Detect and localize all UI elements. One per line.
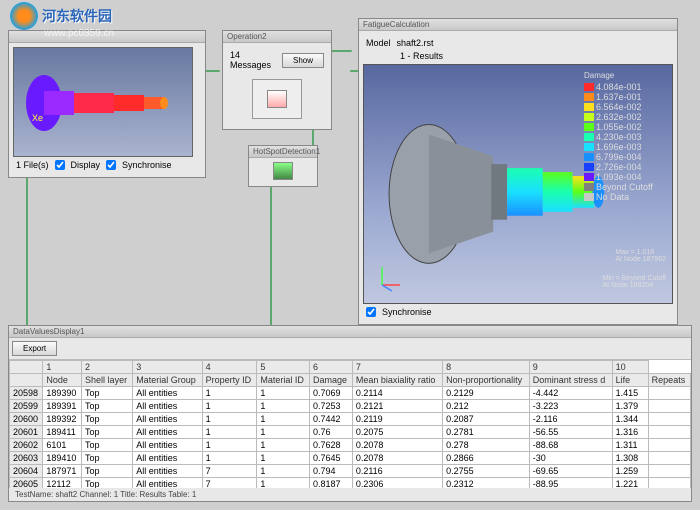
model-value: shaft2.rst [397, 38, 434, 48]
watermark-text: 河东软件园 [42, 6, 112, 26]
min-info: Min = Beyond Cutoff At Node 188204 [603, 275, 667, 289]
results-label: 1 - Results [400, 51, 443, 61]
legend-row: 4.084e-001 [584, 82, 666, 92]
data-table-panel: DataValuesDisplay1 Export 12345678910 No… [8, 325, 692, 502]
display-label: Display [71, 160, 101, 170]
legend-row: 1.055e-002 [584, 122, 666, 132]
table-row[interactable]: 20603189410TopAll entities110.76450.2078… [10, 452, 691, 465]
model-label: Model [366, 38, 391, 48]
hotspot-node[interactable]: HotSpotDetection1 [248, 145, 318, 187]
sync-checkbox[interactable] [106, 160, 116, 170]
logo-icon [10, 2, 38, 30]
axis-triad-icon [374, 263, 404, 293]
legend-row: 1.093e-004 [584, 172, 666, 182]
legend-row: 1.696e-003 [584, 142, 666, 152]
legend-row: 1.637e-001 [584, 92, 666, 102]
wire [26, 170, 28, 330]
file-count: 1 File(s) [16, 160, 49, 170]
legend-title: Damage [584, 71, 666, 80]
run-icon [267, 90, 287, 108]
shaft-preview-icon: Xe [24, 73, 174, 133]
legend-row: 6.564e-002 [584, 102, 666, 112]
legend-row: 6.799e-004 [584, 152, 666, 162]
show-button[interactable]: Show [282, 53, 324, 68]
table-row[interactable]: 20598189390TopAll entities110.70690.2114… [10, 387, 691, 400]
table-row[interactable]: 206026101TopAll entities110.76280.20780.… [10, 439, 691, 452]
display-checkbox[interactable] [55, 160, 65, 170]
viewer-sync-checkbox[interactable] [366, 307, 376, 317]
sync-label: Synchronise [122, 160, 172, 170]
hotspot-icon [273, 162, 293, 180]
workspace-canvas[interactable]: 河东软件园 www.pc0359.cn Xe 1 File(s) [0, 0, 700, 510]
legend-row: 4.230e-003 [584, 132, 666, 142]
svg-text:Xe: Xe [32, 113, 43, 123]
hotspot-title: HotSpotDetection1 [249, 146, 317, 158]
table-title: DataValuesDisplay1 [9, 326, 691, 338]
max-info: Max = 1.018 At Node 187962 [615, 249, 666, 263]
watermark-url: www.pc0359.cn [44, 28, 114, 39]
viewer-sync-label: Synchronise [382, 307, 432, 317]
messages-count: 14 Messages [230, 50, 276, 70]
legend-row: No Data [584, 192, 666, 202]
legend-row: 2.726e-004 [584, 162, 666, 172]
color-legend: Damage 4.084e-0011.637e-0016.564e-0022.6… [584, 71, 666, 202]
table-row[interactable]: 20600189392TopAll entities110.74420.2119… [10, 413, 691, 426]
table-row[interactable]: 20604187971TopAll entities710.7940.21160… [10, 465, 691, 478]
3d-viewport[interactable]: Damage 4.084e-0011.637e-0016.564e-0022.6… [363, 64, 673, 304]
results-table[interactable]: 12345678910 NodeShell layerMaterial Grou… [9, 360, 691, 488]
operation-icon-box[interactable] [252, 79, 302, 119]
viewer-panel: FatigueCalculation Model shaft2.rst 1 - … [358, 18, 678, 325]
export-button[interactable]: Export [12, 341, 57, 356]
thumbnail-3d-view[interactable]: Xe [13, 47, 193, 157]
status-bar: TestName: shaft2 Channel: 1 Title: Resul… [9, 488, 691, 501]
table-scroll[interactable]: 12345678910 NodeShell layerMaterial Grou… [9, 360, 691, 488]
table-row[interactable]: 20599189391TopAll entities110.72530.2121… [10, 400, 691, 413]
thumbnail-panel: Xe 1 File(s) Display Synchronise [8, 30, 206, 178]
watermark: 河东软件园 [10, 2, 112, 30]
operation-node[interactable]: Operation2 14 Messages Show [222, 30, 332, 130]
legend-row: 2.632e-002 [584, 112, 666, 122]
table-row[interactable]: 2060512112TopAll entities710.81870.23060… [10, 478, 691, 489]
legend-row: Beyond Cutoff [584, 182, 666, 192]
operation-title: Operation2 [223, 31, 331, 43]
viewer-title: FatigueCalculation [359, 19, 677, 31]
table-row[interactable]: 20601189411TopAll entities110.760.20750.… [10, 426, 691, 439]
wire [270, 180, 272, 330]
